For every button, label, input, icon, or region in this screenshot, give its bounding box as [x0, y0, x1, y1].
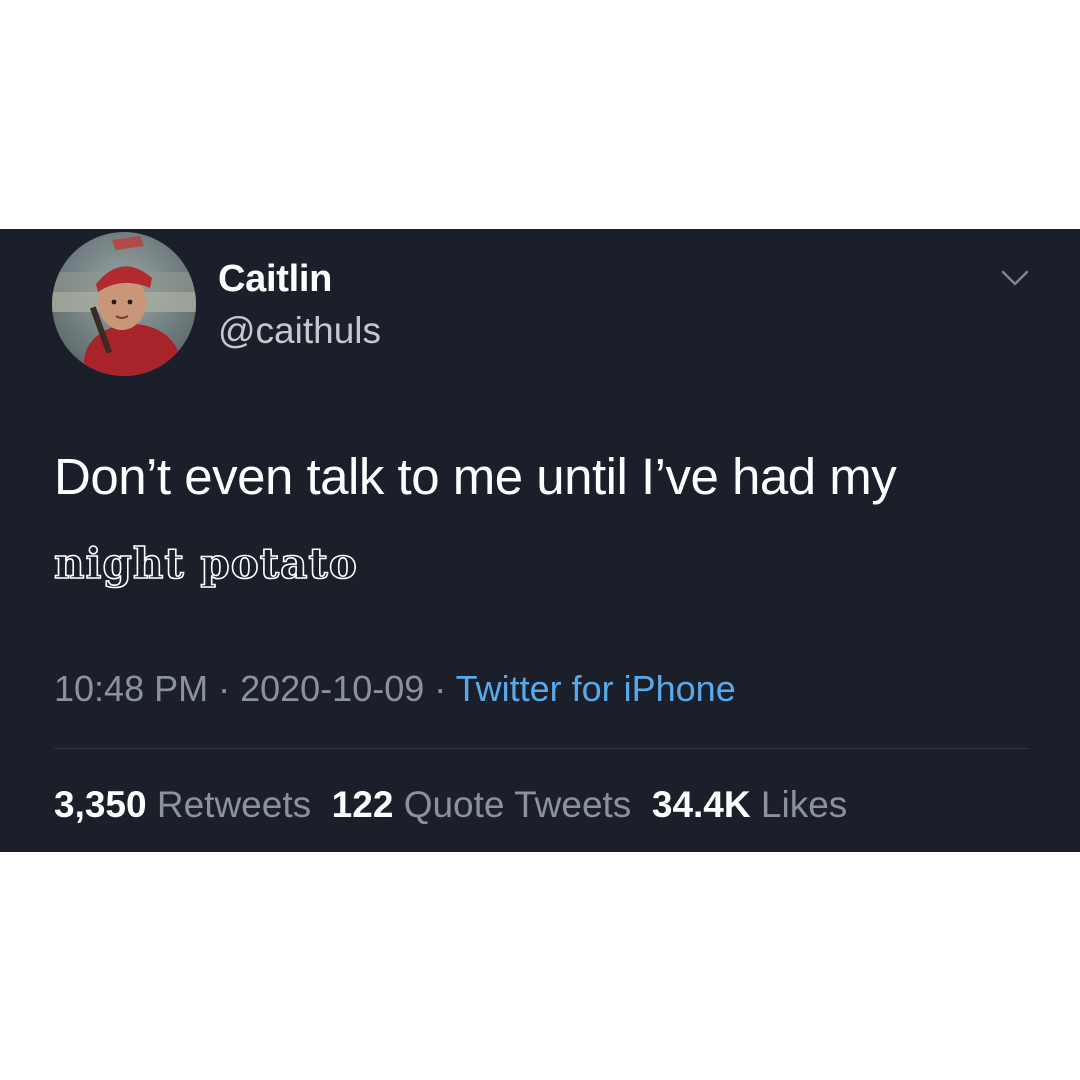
chevron-down-icon[interactable] [1000, 268, 1030, 288]
meta-separator: · [424, 668, 456, 709]
tweet-time[interactable]: 10:48 PM [54, 668, 208, 709]
divider [54, 748, 1028, 749]
tweet-text-line-2: night potato [53, 538, 358, 589]
likes-label: Likes [760, 784, 848, 825]
likes-stat[interactable]: 34.4K Likes [652, 784, 847, 825]
user-handle[interactable]: @caithuls [218, 310, 381, 352]
quote-tweets-stat[interactable]: 122 Quote Tweets [332, 784, 632, 825]
display-name[interactable]: Caitlin [218, 258, 332, 301]
tweet-meta: 10:48 PM · 2020-10-09 · Twitter for iPho… [54, 668, 736, 710]
retweets-stat[interactable]: 3,350 Retweets [54, 784, 311, 825]
likes-count: 34.4K [651, 784, 751, 825]
avatar[interactable] [52, 232, 196, 376]
quote-tweets-count: 122 [331, 784, 394, 825]
profile-photo-icon [52, 232, 196, 376]
retweets-label: Retweets [156, 784, 312, 825]
retweets-count: 3,350 [54, 784, 147, 825]
quote-tweets-label: Quote Tweets [403, 784, 632, 825]
tweet-date[interactable]: 2020-10-09 [240, 668, 424, 709]
tweet-text-line-1: Don’t even talk to me until I’ve had my [54, 448, 897, 505]
tweet-source-link[interactable]: Twitter for iPhone [456, 668, 736, 709]
tweet-stats: 3,350 Retweets 122 Quote Tweets 34.4K Li… [54, 784, 847, 826]
meta-separator: · [208, 668, 241, 709]
